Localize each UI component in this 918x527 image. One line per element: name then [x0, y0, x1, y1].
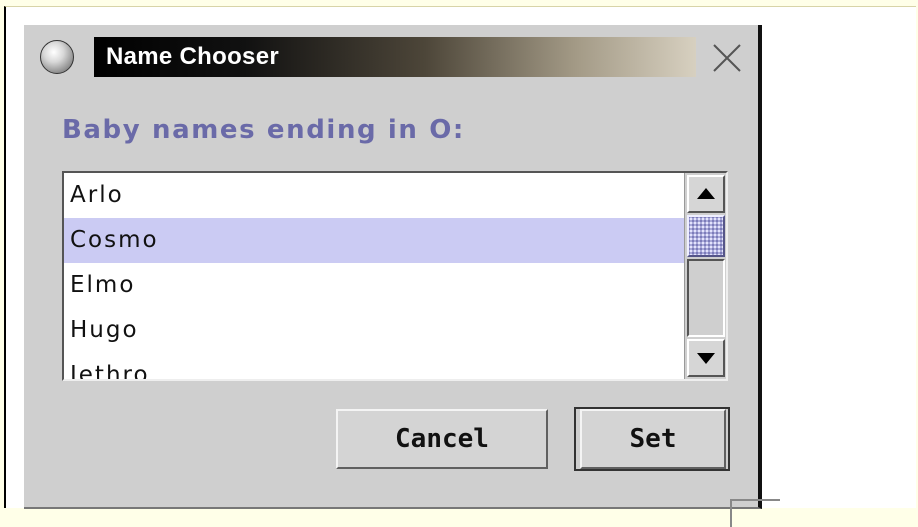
- title-bar[interactable]: Name Chooser: [24, 25, 758, 85]
- close-icon[interactable]: [710, 41, 744, 75]
- list-item-cosmo[interactable]: Cosmo: [64, 218, 684, 263]
- list-item-elmo[interactable]: Elmo: [64, 263, 684, 308]
- vertical-scrollbar[interactable]: [684, 173, 726, 379]
- name-chooser-dialog: Name Chooser Baby names ending in O: Arl…: [24, 25, 780, 527]
- resize-handle[interactable]: [730, 499, 780, 527]
- list-prompt-label: Baby names ending in O:: [62, 115, 465, 145]
- set-button[interactable]: Set: [580, 409, 726, 469]
- window-menu-icon[interactable]: [40, 40, 74, 74]
- cancel-button[interactable]: Cancel: [336, 409, 548, 469]
- arrow-up-icon: [697, 188, 715, 199]
- title-strip[interactable]: Name Chooser: [94, 37, 696, 77]
- set-button-default-ring: Set: [574, 407, 730, 471]
- window-title: Name Chooser: [106, 43, 279, 70]
- names-listbox[interactable]: Arlo Cosmo Elmo Hugo Jethro: [62, 171, 728, 381]
- list-item-arlo[interactable]: Arlo: [64, 173, 684, 218]
- scroll-down-button[interactable]: [687, 339, 725, 377]
- outer-frame: Name Chooser Baby names ending in O: Arl…: [4, 6, 916, 527]
- list-item-jethro[interactable]: Jethro: [64, 353, 684, 379]
- scroll-up-button[interactable]: [687, 175, 725, 213]
- list-item-hugo[interactable]: Hugo: [64, 308, 684, 353]
- scroll-thumb[interactable]: [687, 215, 725, 257]
- arrow-down-icon: [697, 353, 715, 364]
- scroll-track-lower[interactable]: [687, 259, 725, 337]
- names-list[interactable]: Arlo Cosmo Elmo Hugo Jethro: [64, 173, 684, 379]
